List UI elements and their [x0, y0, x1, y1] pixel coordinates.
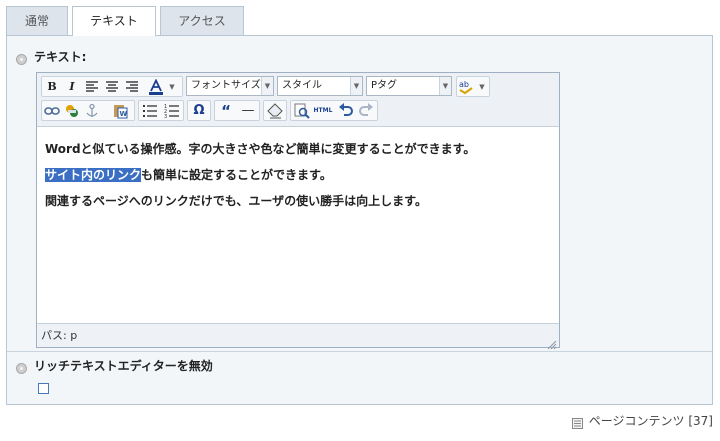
style-select[interactable]: スタイル ▼	[277, 76, 363, 96]
font-size-select[interactable]: フォントサイズ ▼	[186, 76, 274, 96]
spellcheck-dropdown-icon[interactable]: ▼	[476, 79, 488, 95]
html-source-icon[interactable]: HTML	[311, 103, 335, 119]
page-content-label: ページコンテンツ [37]	[588, 414, 713, 428]
page-content-icon	[571, 416, 583, 429]
disable-rte-label: リッチテキストエディターを無効	[34, 359, 213, 373]
rich-text-editor: B I ▼ フォントサイズ ▼ スタイル ▼ Pタグ ▼ ab ▼ W 1 2 …	[36, 72, 560, 350]
editor-line-1: Wordと似ている操作感。字の大きさや色など簡単に変更することができます。	[45, 142, 476, 156]
format-select[interactable]: Pタグ ▼	[366, 76, 452, 96]
font-color-icon[interactable]	[148, 79, 164, 95]
tab-text[interactable]: テキスト	[72, 6, 156, 36]
tab-access[interactable]: アクセス	[160, 6, 244, 35]
find-replace-icon[interactable]	[294, 103, 310, 119]
editor-statusbar: パス: p	[37, 323, 559, 350]
svg-text:ab: ab	[459, 80, 469, 89]
text-field-label: テキスト:	[34, 50, 87, 64]
spellcheck-icon[interactable]: ab	[458, 79, 474, 95]
text-panel: テキスト: B I ▼ フォントサイズ ▼ スタイル ▼ Pタグ ▼ ab ▼ …	[6, 35, 713, 405]
toolbar-group-format: B I ▼	[41, 76, 183, 97]
unlink-icon[interactable]	[64, 103, 80, 119]
toolbar-group-blocks: “ —	[214, 100, 260, 121]
field-marker-icon	[16, 363, 27, 374]
toolbar-group-special: Ω	[187, 100, 211, 121]
toolbar-group-clear	[263, 100, 287, 121]
undo-icon[interactable]	[338, 103, 354, 119]
align-center-icon[interactable]	[104, 79, 120, 95]
anchor-icon[interactable]	[84, 103, 100, 119]
toolbar-group-lists: 123	[138, 100, 184, 121]
italic-icon[interactable]: I	[64, 79, 80, 95]
field-marker-icon	[16, 54, 27, 65]
bullet-list-icon[interactable]	[142, 103, 158, 119]
disable-rte-checkbox[interactable]	[38, 383, 49, 394]
resize-grip-icon[interactable]	[547, 335, 557, 350]
section-divider	[7, 351, 712, 352]
blockquote-icon[interactable]: “	[218, 103, 234, 119]
special-char-icon[interactable]: Ω	[191, 103, 207, 119]
link-icon[interactable]	[44, 103, 60, 119]
editor-toolbar: B I ▼ フォントサイズ ▼ スタイル ▼ Pタグ ▼ ab ▼ W 1 2 …	[37, 73, 559, 127]
paste-word-icon[interactable]: W	[112, 103, 128, 119]
toolbar-group-links: W	[41, 100, 135, 121]
font-color-dropdown-icon[interactable]: ▼	[166, 79, 178, 95]
align-left-icon[interactable]	[84, 79, 100, 95]
bold-icon[interactable]: B	[44, 79, 60, 95]
svg-text:W: W	[120, 110, 128, 118]
align-right-icon[interactable]	[124, 79, 140, 95]
element-path: パス: p	[41, 329, 78, 342]
page-content-link[interactable]: ページコンテンツ [37]	[571, 412, 713, 430]
remove-format-icon[interactable]	[267, 103, 283, 119]
editor-line-2: サイト内のリンクも簡単に設定することができます。	[45, 165, 550, 191]
editor-line-3: 関連するページへのリンクだけでも、ユーザの使い勝手は向上します。	[45, 194, 427, 208]
editor-content[interactable]: Wordと似ている操作感。字の大きさや色など簡単に変更することができます。 サイ…	[45, 139, 550, 217]
editor-line-2-rest: も簡単に設定することができます。	[141, 168, 332, 182]
tab-general[interactable]: 通常	[6, 6, 68, 35]
horizontal-rule-icon[interactable]: —	[240, 103, 256, 119]
toolbar-group-spell: ab ▼	[456, 76, 490, 97]
redo-icon[interactable]	[358, 103, 374, 119]
selected-link-text[interactable]: サイト内のリンク	[45, 168, 142, 182]
numbered-list-icon[interactable]: 123	[164, 103, 180, 119]
toolbar-group-tools: HTML	[290, 100, 378, 121]
svg-text:3: 3	[164, 114, 167, 119]
